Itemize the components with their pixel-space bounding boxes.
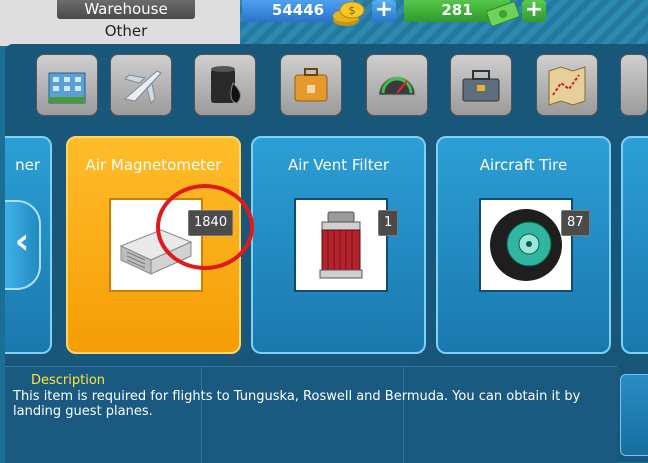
highlight-circle xyxy=(156,184,254,270)
item-card[interactable]: Aircraft Tire 87 xyxy=(436,136,611,354)
category-bar xyxy=(6,50,648,120)
tab-warehouse[interactable]: Warehouse xyxy=(57,0,195,19)
item-image xyxy=(294,198,388,292)
item-title: Air Magnetometer xyxy=(85,156,222,174)
description-text: This item is required for flights to Tun… xyxy=(13,389,581,419)
item-count-badge: 87 xyxy=(561,210,590,236)
category-luggage[interactable] xyxy=(280,54,342,116)
category-fuel[interactable] xyxy=(194,54,256,116)
item-title: Aircraft Tire xyxy=(479,156,568,174)
category-airplane[interactable] xyxy=(110,54,172,116)
oil-barrel-icon xyxy=(211,66,241,104)
gauge-icon xyxy=(378,76,416,96)
item-title: Air Vent Filter xyxy=(288,156,389,174)
description-heading: Description xyxy=(31,373,106,388)
category-instruments[interactable] xyxy=(366,54,428,116)
airplane-icon xyxy=(123,70,162,104)
air-filter-icon xyxy=(319,211,363,279)
svg-text:$: $ xyxy=(349,4,356,17)
item-carousel: ner Air Magnetometer 1840 Air Vent Filte… xyxy=(5,136,648,358)
add-coins-button[interactable]: + xyxy=(372,0,396,22)
scroll-left-button[interactable]: ‹ xyxy=(5,200,41,290)
item-title: ner xyxy=(15,156,40,174)
item-card[interactable]: Air Vent Filter 1 xyxy=(251,136,426,354)
item-image xyxy=(479,198,573,292)
category-maps[interactable] xyxy=(536,54,598,116)
description-panel: Description This item is required for fl… xyxy=(5,366,617,463)
category-tools[interactable] xyxy=(450,54,512,116)
item-card[interactable] xyxy=(621,136,648,354)
coin-stack-icon: $ xyxy=(333,1,365,26)
category-building[interactable] xyxy=(36,54,98,116)
tire-icon xyxy=(490,209,562,281)
map-icon xyxy=(548,66,586,106)
item-count-badge: 1 xyxy=(378,210,399,236)
category-more[interactable] xyxy=(620,54,648,116)
building-icon xyxy=(48,72,86,104)
tab-other[interactable]: Other xyxy=(57,22,195,40)
add-cash-button[interactable]: + xyxy=(522,0,546,22)
toolbox-icon xyxy=(462,70,500,102)
suitcase-icon xyxy=(294,68,328,102)
action-button[interactable] xyxy=(620,374,648,456)
banknote-icon xyxy=(486,1,520,27)
